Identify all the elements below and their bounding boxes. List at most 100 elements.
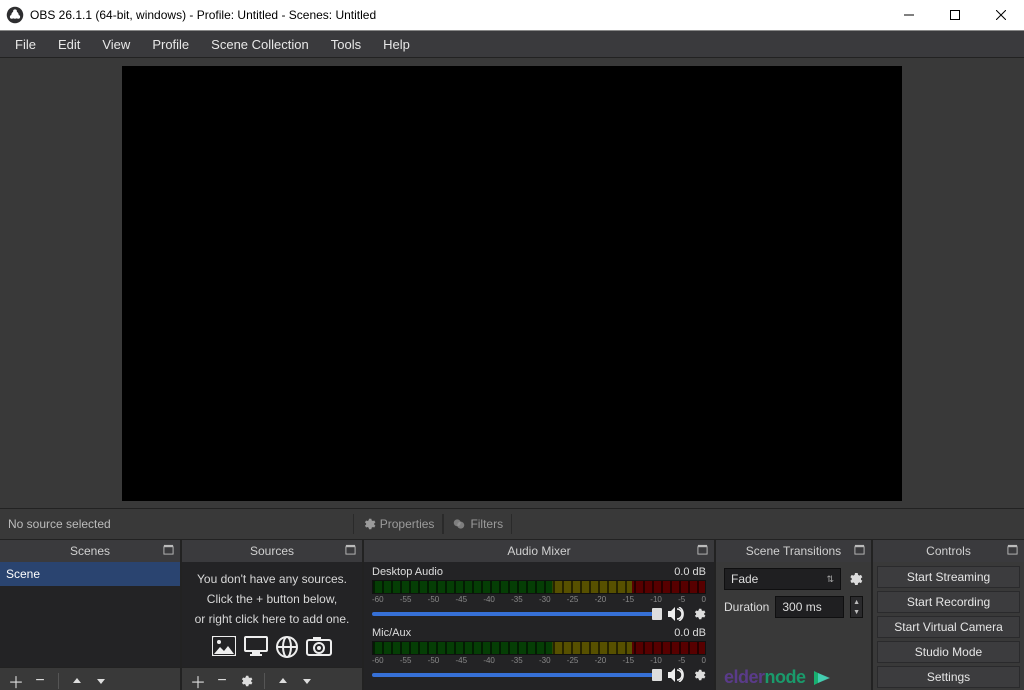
dock-scenes: Scenes Scene ＋ − (0, 540, 182, 690)
audio-ch-name: Mic/Aux (372, 627, 411, 639)
controls-body: Start Streaming Start Recording Start Vi… (873, 562, 1024, 690)
scene-add-button[interactable]: ＋ (6, 671, 26, 690)
dock-audio-title: Audio Mixer (507, 544, 570, 558)
scene-remove-button[interactable]: − (30, 671, 50, 690)
preview-canvas[interactable] (122, 66, 902, 501)
dock-transitions-header[interactable]: Scene Transitions (716, 540, 871, 562)
start-virtual-camera-button[interactable]: Start Virtual Camera (877, 616, 1020, 638)
source-down-button[interactable] (297, 671, 317, 690)
dock-controls-header[interactable]: Controls (873, 540, 1024, 562)
audio-meter (372, 641, 706, 655)
menu-edit[interactable]: Edit (47, 33, 91, 56)
no-source-label: No source selected (8, 517, 111, 531)
docks-row: Scenes Scene ＋ − Sources You don't have … (0, 540, 1024, 690)
source-toolbar: No source selected Properties Filters (0, 508, 1024, 540)
menubar: File Edit View Profile Scene Collection … (0, 31, 1024, 58)
transition-value: Fade (731, 572, 758, 586)
dock-sources-title: Sources (250, 544, 294, 558)
dock-controls: Controls Start Streaming Start Recording… (873, 540, 1024, 690)
dock-controls-title: Controls (926, 544, 971, 558)
dock-scenes-title: Scenes (70, 544, 110, 558)
properties-label: Properties (380, 517, 435, 531)
display-source-icon (244, 636, 268, 658)
updown-icon: ⇅ (826, 574, 834, 585)
dock-scenes-header[interactable]: Scenes (0, 540, 180, 562)
dock-audio-mixer: Audio Mixer Desktop Audio 0.0 dB -60-55-… (364, 540, 716, 690)
menu-view[interactable]: View (91, 33, 141, 56)
close-button[interactable] (978, 0, 1024, 30)
minimize-button[interactable] (886, 0, 932, 30)
slider-thumb[interactable] (652, 669, 662, 681)
sources-footer: ＋ − (182, 667, 362, 690)
dock-popout-icon[interactable] (1007, 544, 1018, 555)
scene-item[interactable]: Scene (0, 562, 180, 586)
audio-mixer-body: Desktop Audio 0.0 dB -60-55-50-45-40-35-… (364, 562, 714, 690)
scene-list[interactable]: Scene (0, 562, 180, 667)
maximize-button[interactable] (932, 0, 978, 30)
dock-transitions-title: Scene Transitions (746, 544, 841, 558)
window-title: OBS 26.1.1 (64-bit, windows) - Profile: … (30, 8, 886, 22)
image-source-icon (212, 636, 236, 658)
audio-ticks: -60-55-50-45-40-35-30-25-20-15-10-50 (372, 656, 706, 665)
camera-source-icon (306, 636, 332, 658)
dock-sources-header[interactable]: Sources (182, 540, 362, 562)
start-streaming-button[interactable]: Start Streaming (877, 566, 1020, 588)
dock-audio-header[interactable]: Audio Mixer (364, 540, 714, 562)
source-properties-button[interactable] (236, 671, 256, 690)
scene-up-button[interactable] (67, 671, 87, 690)
chevron-up-icon[interactable]: ▲ (851, 597, 862, 607)
audio-channel-desktop: Desktop Audio 0.0 dB -60-55-50-45-40-35-… (364, 562, 714, 623)
dock-popout-icon[interactable] (345, 544, 356, 555)
sources-empty-hint: You don't have any sources. Click the + … (182, 562, 362, 667)
dock-popout-icon[interactable] (697, 544, 708, 555)
menu-profile[interactable]: Profile (141, 33, 200, 56)
audio-ch-db: 0.0 dB (674, 627, 706, 639)
menu-help[interactable]: Help (372, 33, 421, 56)
chevron-down-icon[interactable]: ▼ (851, 607, 862, 617)
source-up-button[interactable] (273, 671, 293, 690)
gear-icon[interactable] (847, 571, 863, 587)
window-titlebar: OBS 26.1.1 (64-bit, windows) - Profile: … (0, 0, 1024, 31)
duration-spinner[interactable]: ▲▼ (850, 596, 863, 618)
menu-tools[interactable]: Tools (320, 33, 372, 56)
source-add-button[interactable]: ＋ (188, 671, 208, 690)
volume-slider[interactable] (372, 612, 662, 616)
dock-transitions: Scene Transitions Fade ⇅ Duration 300 ms… (716, 540, 873, 690)
audio-ticks: -60-55-50-45-40-35-30-25-20-15-10-50 (372, 595, 706, 604)
source-remove-button[interactable]: − (212, 671, 232, 690)
scenes-footer: ＋ − (0, 667, 180, 690)
speaker-icon[interactable] (668, 607, 686, 621)
gear-icon[interactable] (692, 668, 706, 682)
volume-slider[interactable] (372, 673, 662, 677)
audio-ch-db: 0.0 dB (674, 566, 706, 578)
filters-button[interactable]: Filters (443, 514, 512, 534)
dock-sources: Sources You don't have any sources. Clic… (182, 540, 364, 690)
empty-line3: or right click here to add one. (195, 612, 350, 626)
sources-list[interactable]: You don't have any sources. Click the + … (182, 562, 362, 667)
gear-icon (362, 517, 376, 531)
duration-input[interactable]: 300 ms (775, 596, 844, 618)
menu-scene-collection[interactable]: Scene Collection (200, 33, 320, 56)
scene-down-button[interactable] (91, 671, 111, 690)
speaker-icon[interactable] (668, 668, 686, 682)
slider-thumb[interactable] (652, 608, 662, 620)
watermark: eldernode (724, 667, 832, 688)
start-recording-button[interactable]: Start Recording (877, 591, 1020, 613)
empty-line1: You don't have any sources. (197, 572, 347, 586)
globe-source-icon (276, 636, 298, 658)
filters-label: Filters (470, 517, 503, 531)
audio-meter (372, 580, 706, 594)
filters-icon (452, 517, 466, 531)
settings-button[interactable]: Settings (877, 666, 1020, 688)
audio-ch-name: Desktop Audio (372, 566, 443, 578)
dock-popout-icon[interactable] (163, 544, 174, 555)
properties-button[interactable]: Properties (353, 514, 444, 534)
duration-label: Duration (724, 600, 769, 614)
dock-popout-icon[interactable] (854, 544, 865, 555)
transition-select[interactable]: Fade ⇅ (724, 568, 841, 590)
empty-line2: Click the + button below, (207, 592, 337, 606)
transitions-body: Fade ⇅ Duration 300 ms ▲▼ eldernode (716, 562, 871, 690)
gear-icon[interactable] (692, 607, 706, 621)
menu-file[interactable]: File (4, 33, 47, 56)
studio-mode-button[interactable]: Studio Mode (877, 641, 1020, 663)
